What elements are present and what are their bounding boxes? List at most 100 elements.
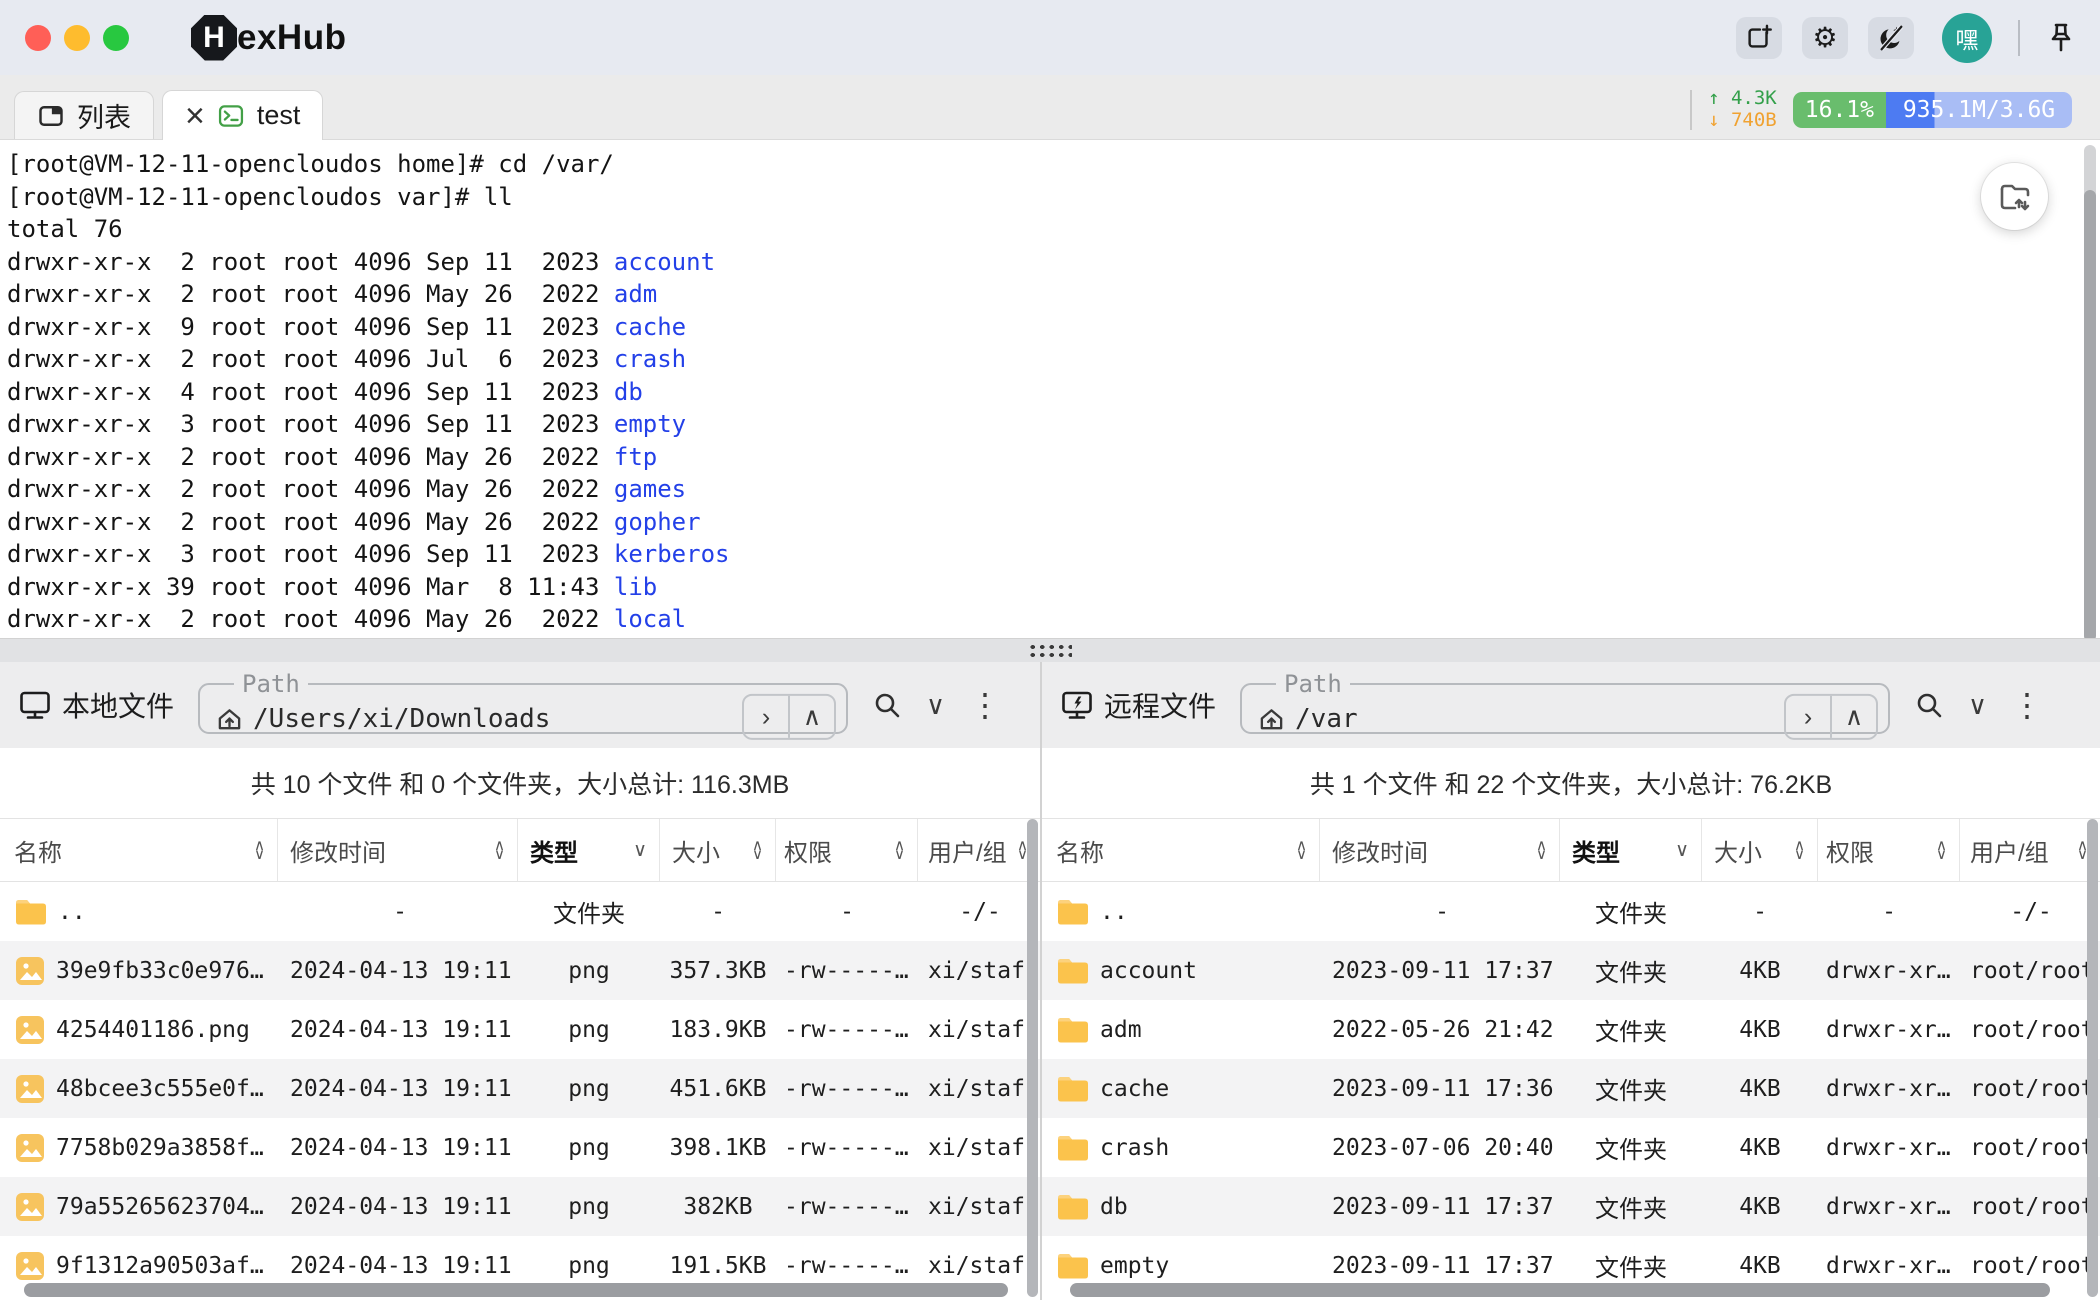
table-row[interactable]: 4254401186.png2024-04-13 19:11png183.9KB… xyxy=(0,1000,1040,1059)
pin-window-button[interactable] xyxy=(2046,22,2076,54)
table-row[interactable]: 79a55265623704…2024-04-13 19:11png382KB-… xyxy=(0,1177,1040,1236)
path-field[interactable]: Path /var › ∧ xyxy=(1240,670,1890,734)
file-size: 382KB xyxy=(660,1177,776,1236)
file-time: 2024-04-13 19:11 xyxy=(278,1000,518,1059)
file-perm: drwxr-xr… xyxy=(1818,941,1960,1000)
memory-usage-badge: 935.1M/3.6G xyxy=(1886,92,2072,128)
vertical-scrollbar[interactable] xyxy=(1027,819,1038,1297)
terminal[interactable]: [root@VM-12-11-opencloudos home]# cd /va… xyxy=(0,140,2100,638)
path-input[interactable]: /var xyxy=(1295,704,1358,734)
chevron-right-icon: › xyxy=(762,702,770,731)
column-header-time[interactable]: 修改时间 ∧∨ xyxy=(1320,819,1560,881)
column-label: 修改时间 xyxy=(1332,833,1428,868)
search-icon xyxy=(1914,690,1944,720)
path-up-button[interactable]: ∧ xyxy=(1832,696,1876,738)
table-row[interactable]: ..-文件夹---/- xyxy=(1042,882,2100,941)
column-label: 名称 xyxy=(1056,833,1104,868)
terminal-line: drwxr-xr-x 3 root root 4096 Sep 11 2023 … xyxy=(7,538,2100,571)
column-header-type[interactable]: 类型∨ xyxy=(518,819,660,881)
path-nav-buttons: › ∧ xyxy=(742,694,836,740)
collapse-panel-button[interactable]: ∨ xyxy=(1968,690,1987,721)
collapse-panel-button[interactable]: ∨ xyxy=(926,690,945,721)
search-button[interactable] xyxy=(872,690,902,720)
close-tab-icon[interactable]: × xyxy=(185,99,205,133)
column-header-time[interactable]: 修改时间∧∨ xyxy=(278,819,518,881)
path-up-button[interactable]: ∧ xyxy=(790,696,834,738)
tab-bar: 列表 × test ↑ 4.3K ↓ 740B 16.1% 935.1M/3.6… xyxy=(0,75,2100,140)
user-avatar[interactable]: 嘿 xyxy=(1942,13,1992,63)
file-size: - xyxy=(660,882,776,941)
table-row[interactable]: 48bcee3c555e0f…2024-04-13 19:11png451.6K… xyxy=(0,1059,1040,1118)
file-owner: xi/staff xyxy=(918,1118,1040,1177)
file-owner: root/root xyxy=(1960,1059,2100,1118)
search-button[interactable] xyxy=(1914,690,1944,720)
file-name: .. xyxy=(58,899,86,925)
table-row[interactable]: ..-文件夹---/- xyxy=(0,882,1040,941)
panel-header: 本地文件 Path /Users/xi/Downloads xyxy=(0,662,1040,748)
split-divider[interactable] xyxy=(0,638,2100,662)
horizontal-scrollbar[interactable] xyxy=(24,1283,1008,1297)
sort-icon: ∧∨ xyxy=(894,841,905,860)
column-header-size[interactable]: 大小∧∨ xyxy=(1702,819,1818,881)
panel-title-label: 本地文件 xyxy=(62,685,174,725)
terminal-line: drwxr-xr-x 2 root root 4096 Jul 6 2023 c… xyxy=(7,343,2100,376)
path-field[interactable]: Path /Users/xi/Downloads › ∧ xyxy=(198,670,848,734)
panel-menu-button[interactable]: ⋮ xyxy=(2011,689,2043,721)
column-header-size[interactable]: 大小∧∨ xyxy=(660,819,776,881)
table-header: 名称∧∨ 修改时间 ∧∨ 类型∨大小∧∨权限∧∨用户/组∧∨ xyxy=(1042,818,2100,882)
sort-icon: ∧∨ xyxy=(1536,841,1547,860)
zoom-window-button[interactable] xyxy=(103,25,129,51)
resource-usage-badge: 16.1% 935.1M/3.6G xyxy=(1793,92,2072,128)
path-go-button[interactable]: › xyxy=(744,696,790,738)
table-row[interactable]: crash2023-07-06 20:40文件夹4KBdrwxr-xr…root… xyxy=(1042,1118,2100,1177)
file-name: crash xyxy=(1100,1135,1169,1161)
column-header-name[interactable]: 名称∧∨ xyxy=(0,819,278,881)
table-row[interactable]: db2023-09-11 17:37文件夹4KBdrwxr-xr…root/ro… xyxy=(1042,1177,2100,1236)
path-go-button[interactable]: › xyxy=(1786,696,1832,738)
horizontal-scrollbar[interactable] xyxy=(1070,1283,2050,1297)
drag-handle-icon[interactable] xyxy=(1028,643,1072,658)
file-owner: xi/staff xyxy=(918,1177,1040,1236)
vertical-scrollbar[interactable] xyxy=(2087,819,2098,1297)
terminal-scrollbar-thumb[interactable] xyxy=(2084,190,2096,642)
file-time: 2023-09-11 17:37 xyxy=(1320,941,1560,1000)
table-row[interactable]: 39e9fb33c0e976…2024-04-13 19:11png357.3K… xyxy=(0,941,1040,1000)
column-label: 修改时间 xyxy=(290,833,386,868)
table-row[interactable]: account2023-09-11 17:37文件夹4KBdrwxr-xr…ro… xyxy=(1042,941,2100,1000)
theme-toggle-button[interactable] xyxy=(1868,17,1914,59)
titlebar: H exHub ⚙ xyxy=(0,0,2100,75)
file-owner: xi/staff xyxy=(918,1000,1040,1059)
file-time: 2023-09-11 17:36 xyxy=(1320,1059,1560,1118)
file-perm: -rw-----… xyxy=(776,1000,918,1059)
table-row[interactable]: adm2022-05-26 21:42文件夹4KBdrwxr-xr…root/r… xyxy=(1042,1000,2100,1059)
path-input[interactable]: /Users/xi/Downloads xyxy=(253,704,550,734)
tab-list[interactable]: 列表 xyxy=(14,91,154,139)
file-time: 2023-07-06 20:40 xyxy=(1320,1118,1560,1177)
column-header-perm[interactable]: 权限∧∨ xyxy=(776,819,918,881)
column-header-owner[interactable]: 用户/组∧∨ xyxy=(1960,819,2100,881)
column-header-type[interactable]: 类型∨ xyxy=(1560,819,1702,881)
cpu-usage-badge: 16.1% xyxy=(1793,92,1886,128)
path-field-label: Path xyxy=(234,670,308,698)
file-type: 文件夹 xyxy=(1560,1118,1702,1177)
new-session-button[interactable] xyxy=(1736,17,1782,59)
file-owner: root/root xyxy=(1960,1177,2100,1236)
folder-icon xyxy=(1056,1251,1090,1281)
column-header-owner[interactable]: 用户/组∧∨ xyxy=(918,819,1040,881)
file-owner: xi/staff xyxy=(918,941,1040,1000)
tab-test[interactable]: × test xyxy=(162,90,323,140)
terminal-line: drwxr-xr-x 3 root root 4096 Sep 11 2023 … xyxy=(7,408,2100,441)
file-time: 2024-04-13 19:11 xyxy=(278,1118,518,1177)
file-type: 文件夹 xyxy=(1560,941,1702,1000)
column-header-name[interactable]: 名称∧∨ xyxy=(1042,819,1320,881)
table-row[interactable]: cache2023-09-11 17:36文件夹4KBdrwxr-xr…root… xyxy=(1042,1059,2100,1118)
folder-icon xyxy=(1056,897,1090,927)
close-window-button[interactable] xyxy=(25,25,51,51)
panel-menu-button[interactable]: ⋮ xyxy=(969,689,1001,721)
table-row[interactable]: 7758b029a3858f…2024-04-13 19:11png398.1K… xyxy=(0,1118,1040,1177)
file-transfer-button[interactable] xyxy=(1981,163,2048,230)
settings-button[interactable]: ⚙ xyxy=(1802,17,1848,59)
filter-chevron-icon: ∨ xyxy=(633,841,647,860)
minimize-window-button[interactable] xyxy=(64,25,90,51)
column-header-perm[interactable]: 权限∧∨ xyxy=(1818,819,1960,881)
